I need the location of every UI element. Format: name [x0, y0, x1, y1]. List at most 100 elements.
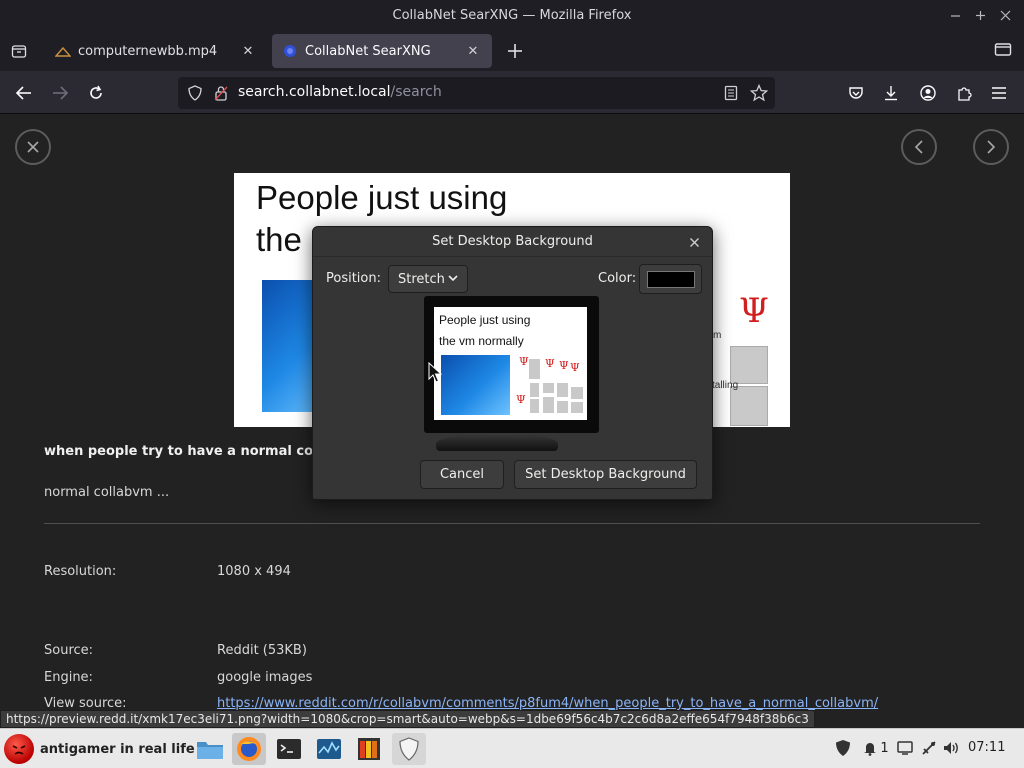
close-icon: [689, 237, 699, 247]
resolution-label: Resolution:: [44, 564, 117, 579]
divider: [44, 523, 980, 524]
position-dropdown-value: Stretch: [398, 271, 445, 287]
puzzle-icon: [958, 87, 972, 101]
bookmark-star-icon[interactable]: [750, 84, 768, 102]
set-desktop-background-dialog: Set Desktop Background Position: Stretch…: [312, 226, 713, 500]
firefox-icon[interactable]: [232, 733, 266, 765]
close-detail-button[interactable]: [15, 129, 51, 165]
forward-arrow-icon: [53, 86, 69, 100]
reload-icon: [90, 85, 102, 99]
tab-computernewbb[interactable]: computernewbb.mp4 ✕: [45, 34, 267, 68]
tracking-protection-icon[interactable]: [186, 84, 204, 102]
terminal-icon[interactable]: [272, 733, 306, 765]
account-button[interactable]: [914, 79, 942, 107]
angry-face-icon: [4, 734, 34, 764]
status-link-url: https://preview.redd.it/xmk17ec3eli71.pn…: [0, 710, 815, 728]
tab-strip: computernewbb.mp4 ✕ CollabNet SearXNG ✕: [0, 30, 1024, 71]
preview-grey-box: [543, 397, 554, 413]
chevron-left-icon: [914, 140, 923, 154]
maximize-icon: [976, 10, 985, 20]
shield-icon[interactable]: [392, 733, 426, 765]
notification-bell-icon: [864, 743, 877, 756]
next-result-button[interactable]: [973, 129, 1009, 165]
security-shield-icon[interactable]: [834, 738, 852, 758]
download-icon: [885, 86, 897, 101]
close-icon: [1000, 10, 1011, 20]
back-button[interactable]: [10, 79, 38, 107]
engine-label: Engine:: [44, 670, 93, 685]
display-icon[interactable]: [896, 738, 914, 758]
lock-insecure-icon[interactable]: [212, 84, 230, 102]
position-dropdown[interactable]: Stretch: [388, 265, 468, 293]
pocket-button[interactable]: [842, 79, 870, 107]
forward-button[interactable]: [46, 79, 74, 107]
preview-grey-box: [530, 399, 539, 413]
preview-grey-box: [530, 383, 539, 397]
minimize-button[interactable]: [943, 4, 968, 26]
url-bar[interactable]: search.collabnet.local/search: [178, 77, 775, 109]
url-text[interactable]: search.collabnet.local/search: [238, 84, 442, 100]
view-source-label: View source:: [44, 696, 127, 711]
dialog-title: Set Desktop Background: [432, 234, 593, 249]
extensions-button[interactable]: [950, 79, 978, 107]
preview-grey-box: [557, 401, 568, 413]
monitor-stand: [436, 433, 558, 451]
back-arrow-icon: [15, 86, 31, 100]
network-disconnected-icon[interactable]: [920, 738, 938, 758]
taskbar: antigamer in real life 1 07:11: [0, 728, 1024, 768]
image-viewer-icon[interactable]: [352, 733, 386, 765]
list-all-tabs-button[interactable]: [994, 40, 1014, 60]
window-controls: [943, 4, 1018, 26]
start-menu-button[interactable]: antigamer in real life: [4, 733, 195, 765]
preview-tally-mark: Ψ: [519, 355, 529, 368]
chevron-down-icon: [448, 275, 458, 282]
file-manager-icon[interactable]: [193, 733, 227, 765]
resolution-value: 1080 x 494: [217, 564, 291, 579]
notification-count: 1: [880, 740, 889, 756]
taskbar-clock[interactable]: 07:11: [968, 740, 1005, 755]
firefox-view-button[interactable]: [6, 38, 32, 64]
mouse-cursor-icon: [428, 362, 442, 383]
app-menu-button[interactable]: [985, 79, 1013, 107]
set-desktop-background-button[interactable]: Set Desktop Background: [514, 460, 697, 489]
color-swatch: [646, 270, 695, 288]
window-title: CollabNet SearXNG — Mozilla Firefox: [392, 7, 632, 23]
firefox-view-icon: [11, 45, 27, 58]
preview-fragment-text: m: [713, 330, 722, 341]
system-monitor-icon[interactable]: [312, 733, 346, 765]
cancel-button[interactable]: Cancel: [420, 460, 504, 489]
view-source-link[interactable]: https://www.reddit.com/r/collabvm/commen…: [217, 696, 878, 711]
hamburger-menu-icon: [992, 87, 1006, 99]
preview-tally-mark: Ψ: [545, 357, 555, 370]
close-window-button[interactable]: [993, 4, 1018, 26]
source-label: Source:: [44, 643, 94, 658]
wallpaper-preview-text: People just using the vm normally: [439, 313, 531, 348]
tab-collabnet-searxng[interactable]: CollabNet SearXNG ✕: [272, 34, 492, 68]
preview-tally-mark: Ψ: [739, 291, 769, 331]
preview-windows-wallpaper: [441, 355, 510, 415]
preview-grey-box: [730, 386, 768, 426]
maximize-button[interactable]: [968, 4, 993, 26]
color-label: Color:: [598, 271, 637, 286]
reload-button[interactable]: [82, 79, 110, 107]
previous-result-button[interactable]: [901, 129, 937, 165]
reader-view-icon[interactable]: [722, 84, 740, 102]
close-tab-icon[interactable]: ✕: [239, 42, 257, 60]
start-menu-label: antigamer in real life: [40, 741, 195, 757]
new-tab-button[interactable]: [502, 38, 528, 64]
dialog-header: Set Desktop Background: [313, 227, 712, 257]
preview-tally-mark: Ψ: [516, 393, 526, 406]
preview-grey-box: [529, 359, 540, 379]
notifications-tray[interactable]: 1: [862, 738, 890, 758]
close-tab-icon[interactable]: ✕: [464, 42, 482, 60]
dialog-close-button[interactable]: [686, 234, 702, 250]
preview-fragment-text: talling: [712, 380, 739, 391]
plus-icon: [508, 44, 522, 58]
preview-grey-box: [571, 387, 583, 399]
tab-label: CollabNet SearXNG: [305, 43, 431, 59]
result-title: when people try to have a normal collabv: [44, 444, 349, 459]
volume-icon[interactable]: [942, 738, 962, 758]
downloads-button[interactable]: [877, 79, 905, 107]
chevron-right-icon: [987, 140, 996, 154]
color-picker-button[interactable]: [639, 264, 702, 294]
